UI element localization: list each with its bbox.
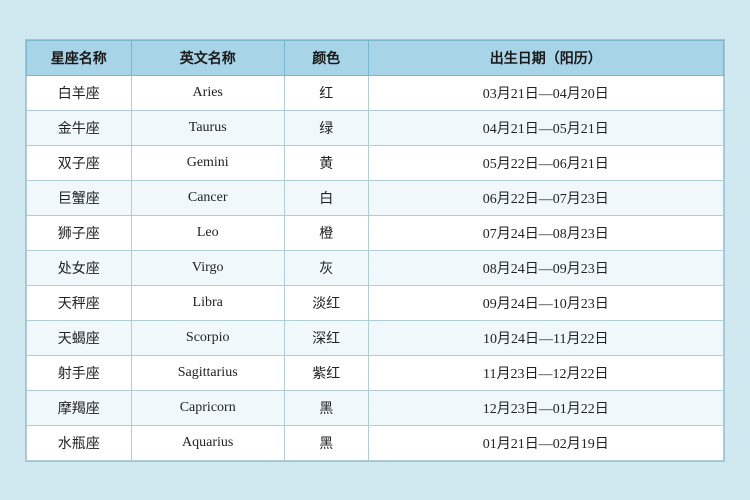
header-color: 颜色 xyxy=(284,40,368,75)
cell-chinese-name: 狮子座 xyxy=(27,215,132,250)
cell-color: 黑 xyxy=(284,390,368,425)
cell-date: 07月24日—08月23日 xyxy=(368,215,724,250)
cell-chinese-name: 水瓶座 xyxy=(27,425,132,460)
cell-date: 09月24日—10月23日 xyxy=(368,285,724,320)
table-row: 双子座Gemini黄05月22日—06月21日 xyxy=(27,145,724,180)
zodiac-table-container: 星座名称 英文名称 颜色 出生日期（阳历） 白羊座Aries红03月21日—04… xyxy=(25,39,725,462)
cell-chinese-name: 金牛座 xyxy=(27,110,132,145)
cell-chinese-name: 处女座 xyxy=(27,250,132,285)
cell-color: 黄 xyxy=(284,145,368,180)
table-row: 金牛座Taurus绿04月21日—05月21日 xyxy=(27,110,724,145)
cell-date: 01月21日—02月19日 xyxy=(368,425,724,460)
table-row: 巨蟹座Cancer白06月22日—07月23日 xyxy=(27,180,724,215)
cell-english-name: Gemini xyxy=(131,145,284,180)
cell-chinese-name: 巨蟹座 xyxy=(27,180,132,215)
cell-date: 04月21日—05月21日 xyxy=(368,110,724,145)
cell-chinese-name: 双子座 xyxy=(27,145,132,180)
cell-english-name: Aries xyxy=(131,75,284,110)
table-row: 天秤座Libra淡红09月24日—10月23日 xyxy=(27,285,724,320)
cell-chinese-name: 摩羯座 xyxy=(27,390,132,425)
table-row: 狮子座Leo橙07月24日—08月23日 xyxy=(27,215,724,250)
table-row: 水瓶座Aquarius黑01月21日—02月19日 xyxy=(27,425,724,460)
zodiac-table: 星座名称 英文名称 颜色 出生日期（阳历） 白羊座Aries红03月21日—04… xyxy=(26,40,724,461)
cell-color: 灰 xyxy=(284,250,368,285)
cell-chinese-name: 天秤座 xyxy=(27,285,132,320)
cell-english-name: Sagittarius xyxy=(131,355,284,390)
cell-date: 03月21日—04月20日 xyxy=(368,75,724,110)
table-row: 白羊座Aries红03月21日—04月20日 xyxy=(27,75,724,110)
cell-chinese-name: 射手座 xyxy=(27,355,132,390)
cell-color: 绿 xyxy=(284,110,368,145)
table-row: 天蝎座Scorpio深红10月24日—11月22日 xyxy=(27,320,724,355)
cell-color: 紫红 xyxy=(284,355,368,390)
table-row: 处女座Virgo灰08月24日—09月23日 xyxy=(27,250,724,285)
cell-english-name: Leo xyxy=(131,215,284,250)
cell-color: 黑 xyxy=(284,425,368,460)
cell-date: 11月23日—12月22日 xyxy=(368,355,724,390)
cell-color: 深红 xyxy=(284,320,368,355)
cell-date: 06月22日—07月23日 xyxy=(368,180,724,215)
cell-chinese-name: 白羊座 xyxy=(27,75,132,110)
table-row: 摩羯座Capricorn黑12月23日—01月22日 xyxy=(27,390,724,425)
cell-english-name: Aquarius xyxy=(131,425,284,460)
cell-color: 橙 xyxy=(284,215,368,250)
cell-english-name: Taurus xyxy=(131,110,284,145)
cell-date: 10月24日—11月22日 xyxy=(368,320,724,355)
table-row: 射手座Sagittarius紫红11月23日—12月22日 xyxy=(27,355,724,390)
header-english-name: 英文名称 xyxy=(131,40,284,75)
table-header-row: 星座名称 英文名称 颜色 出生日期（阳历） xyxy=(27,40,724,75)
cell-color: 淡红 xyxy=(284,285,368,320)
cell-color: 红 xyxy=(284,75,368,110)
header-chinese-name: 星座名称 xyxy=(27,40,132,75)
cell-english-name: Libra xyxy=(131,285,284,320)
cell-english-name: Virgo xyxy=(131,250,284,285)
cell-date: 12月23日—01月22日 xyxy=(368,390,724,425)
cell-english-name: Scorpio xyxy=(131,320,284,355)
cell-chinese-name: 天蝎座 xyxy=(27,320,132,355)
cell-english-name: Cancer xyxy=(131,180,284,215)
cell-date: 08月24日—09月23日 xyxy=(368,250,724,285)
cell-english-name: Capricorn xyxy=(131,390,284,425)
cell-date: 05月22日—06月21日 xyxy=(368,145,724,180)
cell-color: 白 xyxy=(284,180,368,215)
header-date: 出生日期（阳历） xyxy=(368,40,724,75)
